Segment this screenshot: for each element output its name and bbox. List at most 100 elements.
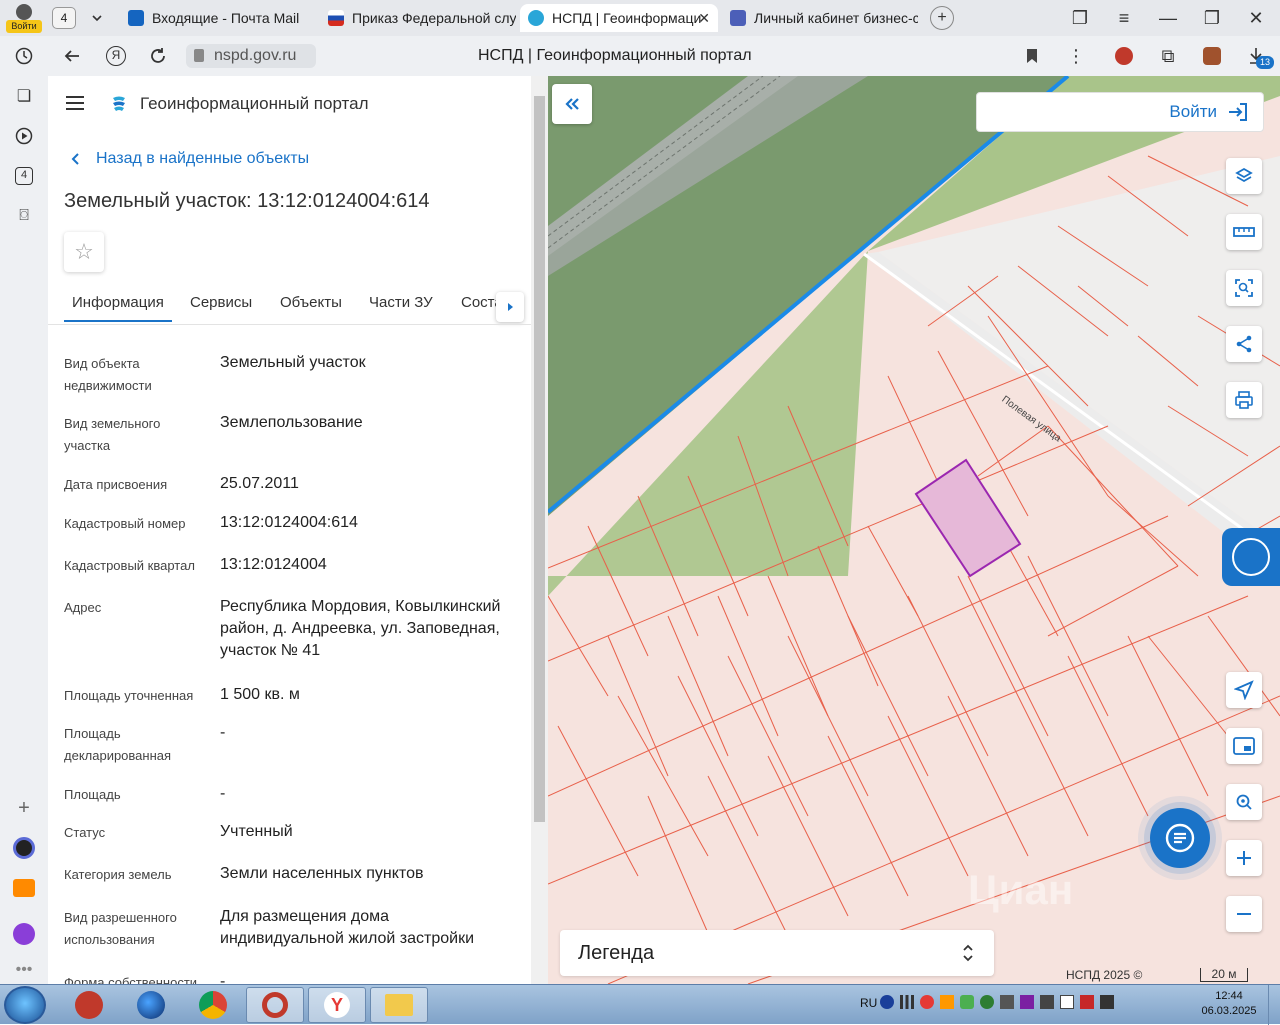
page-menu-icon[interactable]: ⋮ xyxy=(1064,44,1088,68)
bookmarks-icon[interactable]: ❐ xyxy=(1068,6,1092,30)
tab-label: Личный кабинет бизнес-с xyxy=(754,10,918,26)
map-scale: 20 м xyxy=(1200,968,1248,982)
onenote-icon xyxy=(1020,995,1034,1009)
tab-services[interactable]: Сервисы xyxy=(190,294,252,311)
tab-counter-button[interactable]: 4 xyxy=(52,7,76,29)
help-icon xyxy=(880,995,894,1009)
value-status: Учтенный xyxy=(220,823,293,840)
profile-button[interactable]: Войти xyxy=(6,2,42,34)
shield-icon xyxy=(960,995,974,1009)
close-tab-icon[interactable]: ✕ xyxy=(698,10,710,27)
tray-icons[interactable] xyxy=(880,995,1114,1009)
value-cadastral-number: 13:12:0124004:614 xyxy=(220,514,358,531)
taskbar-app-c[interactable] xyxy=(246,987,304,1023)
tab-objects[interactable]: Объекты xyxy=(280,294,342,311)
zoom-in-button[interactable] xyxy=(1226,840,1262,876)
alice-app-icon[interactable] xyxy=(12,836,36,860)
area-select-button[interactable] xyxy=(1226,270,1262,306)
windows-taskbar: Y RU 12:44 06.03.2025 xyxy=(0,984,1280,1025)
reload-icon[interactable] xyxy=(146,44,170,68)
object-info-panel: Геоинформационный портал Назад в найденн… xyxy=(48,76,531,984)
extension-3-icon[interactable] xyxy=(1200,44,1224,68)
label-land-type: Вид земельного участка xyxy=(64,416,161,453)
layers-button[interactable] xyxy=(1226,158,1262,194)
navigation-arrow-icon xyxy=(1234,680,1254,700)
extension-1-icon[interactable] xyxy=(1112,44,1136,68)
speaker-icon xyxy=(1100,995,1114,1009)
extension-2-icon[interactable]: ⧉ xyxy=(1156,44,1180,68)
clock[interactable]: 12:44 06.03.2025 xyxy=(1196,989,1262,1019)
value-permitted-use: Для размещения дома индивидуальной жилой… xyxy=(220,908,474,947)
tab-information[interactable]: Информация xyxy=(72,294,164,311)
language-indicator[interactable]: RU xyxy=(860,996,877,1010)
plans-widget-button[interactable] xyxy=(1222,528,1280,586)
tab-business-cabinet[interactable]: Личный кабинет бизнес-с xyxy=(722,4,918,32)
play-icon[interactable] xyxy=(12,124,36,148)
collections-icon[interactable]: ❏ xyxy=(12,84,36,108)
yandex-icon[interactable]: Я xyxy=(104,44,128,68)
printer-icon xyxy=(1235,391,1253,409)
assistant-app-icon[interactable] xyxy=(12,922,36,946)
restore-button[interactable]: ❐ xyxy=(1200,6,1224,30)
add-icon[interactable]: + xyxy=(12,796,36,820)
login-label: Войти xyxy=(1169,102,1217,121)
locate-button[interactable] xyxy=(1226,672,1262,708)
portal-title: Геоинформационный портал xyxy=(140,94,369,113)
share-icon xyxy=(1236,335,1252,353)
start-button[interactable] xyxy=(4,986,46,1024)
taskbar-app-1[interactable] xyxy=(60,987,118,1023)
taskbar-yandex-browser[interactable]: Y xyxy=(308,987,366,1023)
minimize-button[interactable]: — xyxy=(1156,6,1180,30)
collapse-panel-button[interactable] xyxy=(552,84,592,124)
print-button[interactable] xyxy=(1226,382,1262,418)
tab-mail[interactable]: Входящие - Почта Mail xyxy=(120,4,316,32)
search-location-button[interactable] xyxy=(1226,784,1262,820)
screenshot-icon[interactable]: ⌼ xyxy=(12,204,36,228)
clock-date: 06.03.2025 xyxy=(1201,1005,1257,1017)
tabs-count-icon[interactable]: 4 xyxy=(12,164,36,188)
url-field[interactable]: nspd.gov.ru xyxy=(186,44,316,68)
chat-icon xyxy=(1165,823,1195,853)
caret-right-icon xyxy=(508,303,513,311)
taskbar-app-2[interactable] xyxy=(122,987,180,1023)
tabs-dropdown-button[interactable] xyxy=(86,8,108,28)
zoom-out-button[interactable] xyxy=(1226,896,1262,932)
double-chevron-left-icon xyxy=(565,98,579,110)
downloads-icon[interactable]: 13 xyxy=(1244,44,1274,69)
hamburger-menu-icon[interactable] xyxy=(64,94,86,112)
close-window-button[interactable]: ✕ xyxy=(1244,6,1268,30)
legend-bar[interactable]: Легенда xyxy=(560,930,994,976)
mail-app-icon[interactable] xyxy=(12,876,36,900)
minimap-button[interactable] xyxy=(1226,728,1262,764)
chat-button[interactable] xyxy=(1150,808,1210,868)
tabs-scroll-right-button[interactable] xyxy=(496,292,524,322)
menu-icon[interactable]: ≡ xyxy=(1112,6,1136,30)
tab-label: НСПД | Геоинформаци xyxy=(552,10,702,26)
login-button[interactable]: Войти xyxy=(976,92,1264,132)
taskbar-explorer[interactable] xyxy=(370,987,428,1023)
profile-avatar-icon xyxy=(16,4,32,20)
favorite-button[interactable]: ☆ xyxy=(64,232,104,272)
panel-scrollbar-thumb[interactable] xyxy=(534,96,545,822)
measure-button[interactable] xyxy=(1226,214,1262,250)
more-icon[interactable]: ••• xyxy=(12,958,36,982)
bookmark-icon[interactable] xyxy=(1020,44,1044,68)
clock-time: 12:44 xyxy=(1215,990,1243,1002)
tab-order[interactable]: Приказ Федеральной слу xyxy=(320,4,516,32)
url-text: nspd.gov.ru xyxy=(214,47,297,64)
back-to-results-link[interactable]: Назад в найденные объекты xyxy=(70,150,309,168)
tab-nspd[interactable]: НСПД | Геоинформаци ✕ xyxy=(520,4,718,32)
value-assign-date: 25.07.2011 xyxy=(220,475,299,492)
tab-label: Сервисы xyxy=(190,294,253,311)
label-area-specified: Площадь уточненная xyxy=(64,688,194,703)
tabs-divider xyxy=(48,324,531,325)
browser-sidebar: ❏ 4 ⌼ + ••• xyxy=(0,36,48,984)
show-desktop-button[interactable] xyxy=(1268,985,1280,1025)
new-tab-button[interactable]: + xyxy=(930,6,954,30)
share-button[interactable] xyxy=(1226,326,1262,362)
taskbar-chrome[interactable] xyxy=(184,987,242,1023)
legend-label: Легенда xyxy=(578,941,655,964)
history-icon[interactable] xyxy=(12,44,36,68)
tab-parts[interactable]: Части ЗУ xyxy=(369,294,433,311)
back-arrow-icon[interactable] xyxy=(60,44,84,68)
